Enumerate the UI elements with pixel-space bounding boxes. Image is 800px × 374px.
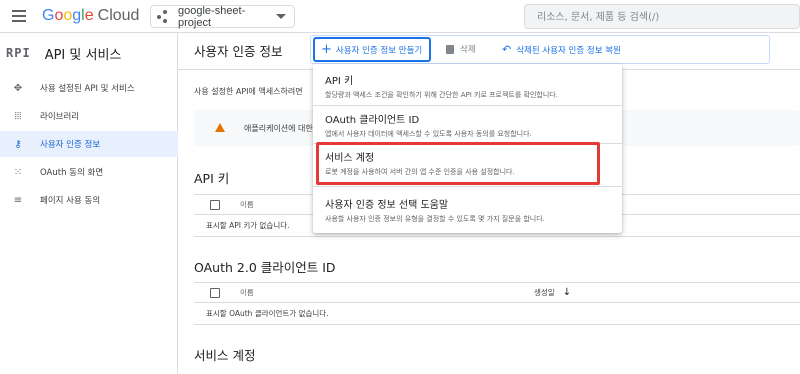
sort-down-arrow-icon: ↓ [562,287,572,298]
menu-item-title: 사용자 인증 정보 선택 도움말 [325,200,449,211]
sidebar-item-label: OAuth 동의 화면 [40,168,104,178]
settings-list-icon: ≡ [13,194,23,206]
service-accounts-title: 서비스 계정 [194,348,256,363]
select-all-checkbox[interactable] [210,287,220,298]
api-keys-title: API 키 [194,171,230,186]
sidebar-item-credentials[interactable]: ⚷ 사용자 인증 정보 [0,131,178,157]
logo-cloud-text: Cloud [97,7,140,24]
menu-icon[interactable] [12,10,26,22]
menu-divider [313,105,622,106]
sidebar-item-oauth-consent[interactable]: ⁙ OAuth 동의 화면 [0,159,178,185]
top-bar: Google Cloud google-sheet-project [0,0,800,33]
menu-divider [313,186,622,187]
logo-google-text: Google [42,7,94,24]
sidebar-title: API 및 서비스 [44,47,122,63]
column-created: 생성일 [534,288,555,297]
column-name: 이름 [240,288,254,297]
project-name: google-sheet-project [178,4,246,29]
key-icon: ⚷ [14,138,22,150]
search-input[interactable] [525,6,799,29]
restore-label: 삭제된 사용자 인증 정보 복원 [516,45,621,56]
menu-item-api-key[interactable]: API 키 할당량과 액세스 조건을 확인하기 위해 간단한 API 키로 프로… [313,72,622,100]
menu-item-desc: 앱에서 사용자 데이터에 액세스할 수 있도록 사용자 동의를 요청합니다. [325,130,532,138]
trash-icon [446,44,454,54]
menu-item-desc: 사용할 사용자 인증 정보의 유형을 결정할 수 있도록 몇 가지 질문을 합니… [325,215,545,223]
google-cloud-logo[interactable]: Google Cloud [42,7,139,25]
sidebar-header: RPI API 및 서비스 [6,43,121,63]
sidebar-item-label: 라이브러리 [40,112,80,122]
create-credentials-label: 사용자 인증 정보 만들기 [335,45,423,56]
sidebar-item-library[interactable]: ⦙⦙⦙ 라이브러리 [0,103,178,129]
project-selector[interactable]: google-sheet-project [150,4,295,29]
diamond-grid-icon: ✥ [13,82,23,94]
page-title: 사용자 인증 정보 [194,44,283,59]
chevron-down-icon [276,14,286,19]
column-created-sort[interactable]: 생성일 ↓ [534,287,571,298]
menu-item-desc: 할당량과 액세스 조건을 확인하기 위해 간단한 API 키로 프로젝트를 확인… [325,91,558,99]
sidebar-item-enabled-apis[interactable]: ✥ 사용 설정된 API 및 서비스 [0,75,178,101]
delete-label: 삭제 [460,45,476,55]
menu-item-oauth-client-id[interactable]: OAuth 클라이언트 ID 앱에서 사용자 데이터에 액세스할 수 있도록 사… [313,111,622,139]
column-name: 이름 [240,200,254,209]
sidebar-item-label: 사용 설정된 API 및 서비스 [40,84,135,94]
library-icon: ⦙⦙⦙ [14,110,22,122]
api-logo-icon: RPI [6,46,31,60]
consent-dots-icon: ⁙ [13,166,23,178]
oauth-table-header: 이름 생성일 ↓ [194,282,800,303]
create-credentials-button[interactable]: + 사용자 인증 정보 만들기 [313,37,431,62]
sidebar-item-page-usage[interactable]: ≡ 페이지 사용 동의 [0,187,178,213]
plus-icon: + [321,42,332,57]
restore-deleted-button[interactable]: ↶ 삭제된 사용자 인증 정보 복원 [502,43,621,56]
sidebar: RPI API 및 서비스 ✥ 사용 설정된 API 및 서비스 ⦙⦙⦙ 라이브… [0,33,178,374]
warning-text: 애플리케이션에 대한 [244,124,313,133]
sidebar-item-label: 사용자 인증 정보 [40,140,101,150]
service-account-highlight [316,142,600,185]
menu-item-help-me-choose[interactable]: 사용자 인증 정보 선택 도움말 사용할 사용자 인증 정보의 유형을 결정할 … [313,196,622,224]
warning-icon [215,123,225,132]
sidebar-item-label: 페이지 사용 동의 [40,196,101,206]
oauth-title: OAuth 2.0 클라이언트 ID [194,260,336,275]
menu-item-title: API 키 [325,76,354,87]
oauth-empty-row: 표시할 OAuth 클라이언트가 없습니다. [194,303,800,325]
delete-button[interactable]: 삭제 [446,43,476,55]
menu-item-title: OAuth 클라이언트 ID [325,115,420,126]
select-all-checkbox[interactable] [210,199,220,210]
project-icon [157,9,175,24]
search-box[interactable] [524,4,800,29]
undo-icon: ↶ [502,43,512,56]
intro-text: 사용 설정한 API에 액세스하려면 [194,87,303,96]
